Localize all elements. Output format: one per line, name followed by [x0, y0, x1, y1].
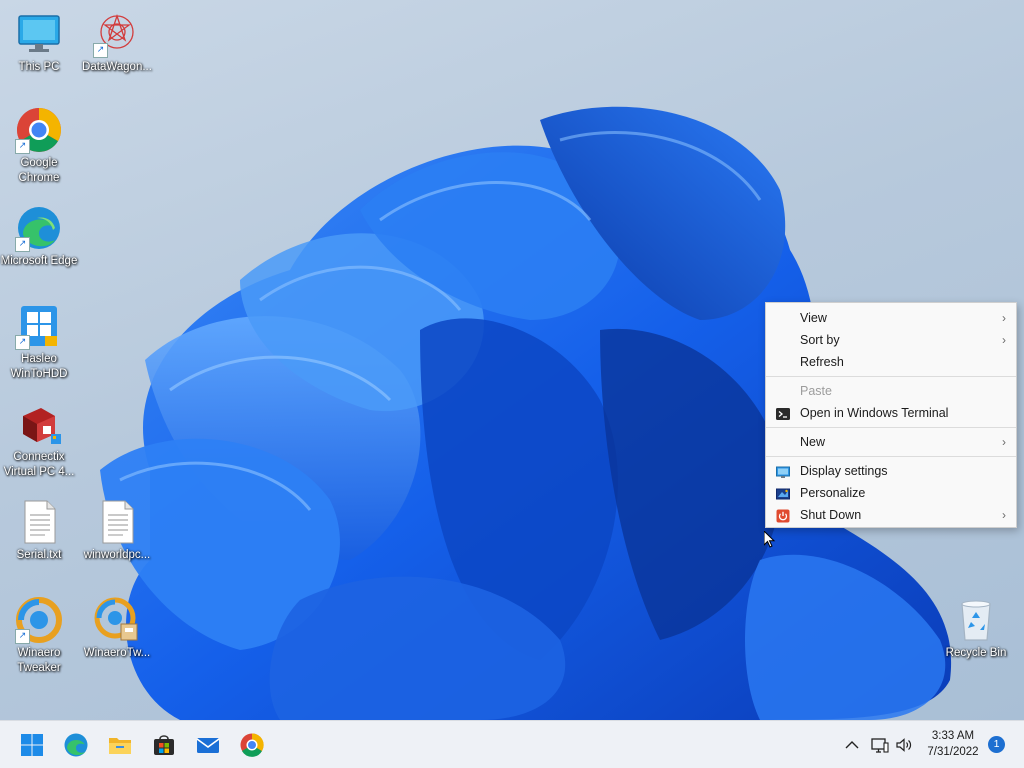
wintohdd-icon: ↗: [15, 302, 63, 350]
taskbar-chrome-button[interactable]: [236, 729, 268, 761]
menu-separator: [766, 456, 1016, 457]
menu-item-label: Display settings: [800, 464, 888, 478]
desktop-icon-serial-txt[interactable]: Serial.txt: [0, 498, 78, 563]
shortcut-arrow-icon: ↗: [15, 335, 30, 350]
network-icon: [871, 738, 889, 753]
start-icon: [21, 734, 43, 756]
menu-item-label: View: [800, 311, 827, 325]
notification-badge[interactable]: 1: [988, 736, 1005, 753]
terminal-icon: [776, 406, 790, 420]
desktop-icon-label: Microsoft Edge: [0, 255, 78, 267]
shortcut-arrow-icon: ↗: [15, 139, 30, 154]
taskbar-file-explorer-button[interactable]: [104, 729, 136, 761]
desktop-icon-this-pc[interactable]: This PC: [0, 10, 78, 75]
winaero-icon: ↗: [15, 596, 63, 644]
desktop-icon-microsoft-edge[interactable]: ↗ Microsoft Edge: [0, 204, 78, 269]
edge-icon: [64, 733, 88, 757]
text-file-icon: [93, 498, 141, 546]
taskbar: 3:33 AM 7/31/2022 1: [0, 720, 1024, 768]
desktop-icon-hasleo-wintohdd[interactable]: ↗ Hasleo WinToHDD: [0, 302, 78, 382]
personalize-icon: [776, 486, 790, 500]
desktop-icon-label: DataWagon...: [82, 61, 152, 73]
menu-item-personalize[interactable]: Personalize: [766, 482, 1016, 504]
volume-button[interactable]: [894, 735, 914, 755]
menu-separator: [766, 376, 1016, 377]
chrome-icon: ↗: [15, 106, 63, 154]
menu-item-label: Refresh: [800, 355, 844, 369]
menu-item-new[interactable]: New ›: [766, 431, 1016, 453]
menu-item-label: Shut Down: [800, 508, 862, 522]
menu-item-display-settings[interactable]: Display settings: [766, 460, 1016, 482]
desktop-icon-label: Google Chrome: [18, 157, 60, 184]
winaero-installer-icon: [93, 596, 141, 644]
datawagon-icon: ↗: [93, 10, 141, 58]
desktop-icon-label: Recycle Bin: [945, 647, 1007, 659]
taskbar-clock[interactable]: 3:33 AM 7/31/2022: [918, 728, 988, 760]
start-button[interactable]: [16, 729, 48, 761]
menu-item-label: Sort by: [800, 333, 840, 347]
connectix-icon: [15, 400, 63, 448]
taskbar-edge-button[interactable]: [60, 729, 92, 761]
show-hidden-icons-button[interactable]: [842, 735, 862, 755]
menu-item-label: Personalize: [800, 486, 866, 500]
chevron-right-icon: ›: [1002, 311, 1006, 325]
chevron-right-icon: ›: [1002, 508, 1006, 522]
mail-icon: [196, 738, 220, 753]
menu-item-label: Open in Windows Terminal: [800, 406, 949, 420]
menu-separator: [766, 427, 1016, 428]
desktop-icon-datawagon[interactable]: ↗ DataWagon...: [78, 10, 156, 75]
speaker-icon: [896, 738, 912, 752]
desktop-icon-label: WinaeroTw...: [83, 647, 151, 659]
menu-item-view[interactable]: View ›: [766, 307, 1016, 329]
shortcut-arrow-icon: ↗: [93, 43, 108, 58]
desktop-icon-label: Winaero Tweaker: [17, 647, 61, 674]
menu-item-shut-down[interactable]: Shut Down ›: [766, 504, 1016, 526]
edge-icon: ↗: [15, 204, 63, 252]
shortcut-arrow-icon: ↗: [15, 237, 30, 252]
recycle-bin-icon: [952, 596, 1000, 644]
menu-item-label: New: [800, 435, 826, 449]
menu-item-refresh[interactable]: Refresh: [766, 351, 1016, 373]
desktop-icon-winaero-tweaker[interactable]: ↗ Winaero Tweaker: [0, 596, 78, 676]
menu-item-sort-by[interactable]: Sort by ›: [766, 329, 1016, 351]
chrome-icon: [240, 733, 264, 757]
file-explorer-icon: [109, 738, 131, 754]
display-settings-icon: [776, 464, 790, 478]
network-status-button[interactable]: [870, 735, 890, 755]
desktop-icon-winworldpc[interactable]: winworldpc...: [78, 498, 156, 563]
taskbar-mail-button[interactable]: [192, 729, 224, 761]
menu-item-paste: Paste: [766, 380, 1016, 402]
desktop-icon-recycle-bin[interactable]: Recycle Bin: [937, 596, 1015, 661]
text-file-icon: [15, 498, 63, 546]
desktop-icon-label: Connectix Virtual PC 4...: [3, 451, 75, 478]
desktop-context-menu[interactable]: View › Sort by › Refresh Paste Open in W…: [765, 302, 1017, 528]
taskbar-store-button[interactable]: [148, 729, 180, 761]
menu-item-label: Paste: [800, 384, 832, 398]
shortcut-arrow-icon: ↗: [15, 629, 30, 644]
desktop-icon-google-chrome[interactable]: ↗ Google Chrome: [0, 106, 78, 186]
desktop-icon-label: This PC: [18, 61, 60, 73]
mouse-cursor-icon: [764, 531, 776, 548]
desktop-icon-label: Serial.txt: [16, 549, 62, 561]
chevron-right-icon: ›: [1002, 435, 1006, 449]
monitor-icon: [15, 10, 63, 58]
clock-time: 3:33 AM: [931, 730, 975, 742]
menu-item-open-terminal[interactable]: Open in Windows Terminal: [766, 402, 1016, 424]
power-icon: [776, 508, 790, 523]
desktop-icon-label: winworldpc...: [83, 549, 151, 561]
desktop[interactable]: This PC ↗ DataWagon... ↗ Google Chrome ↗…: [0, 0, 1024, 720]
desktop-icon-label: Hasleo WinToHDD: [10, 353, 68, 380]
desktop-icon-winaerotweaker-setup[interactable]: WinaeroTw...: [78, 596, 156, 661]
chevron-up-icon: [845, 741, 859, 749]
clock-date: 7/31/2022: [927, 746, 979, 758]
store-icon: [154, 735, 174, 755]
chevron-right-icon: ›: [1002, 333, 1006, 347]
desktop-icon-connectix-virtual-pc[interactable]: Connectix Virtual PC 4...: [0, 400, 78, 480]
